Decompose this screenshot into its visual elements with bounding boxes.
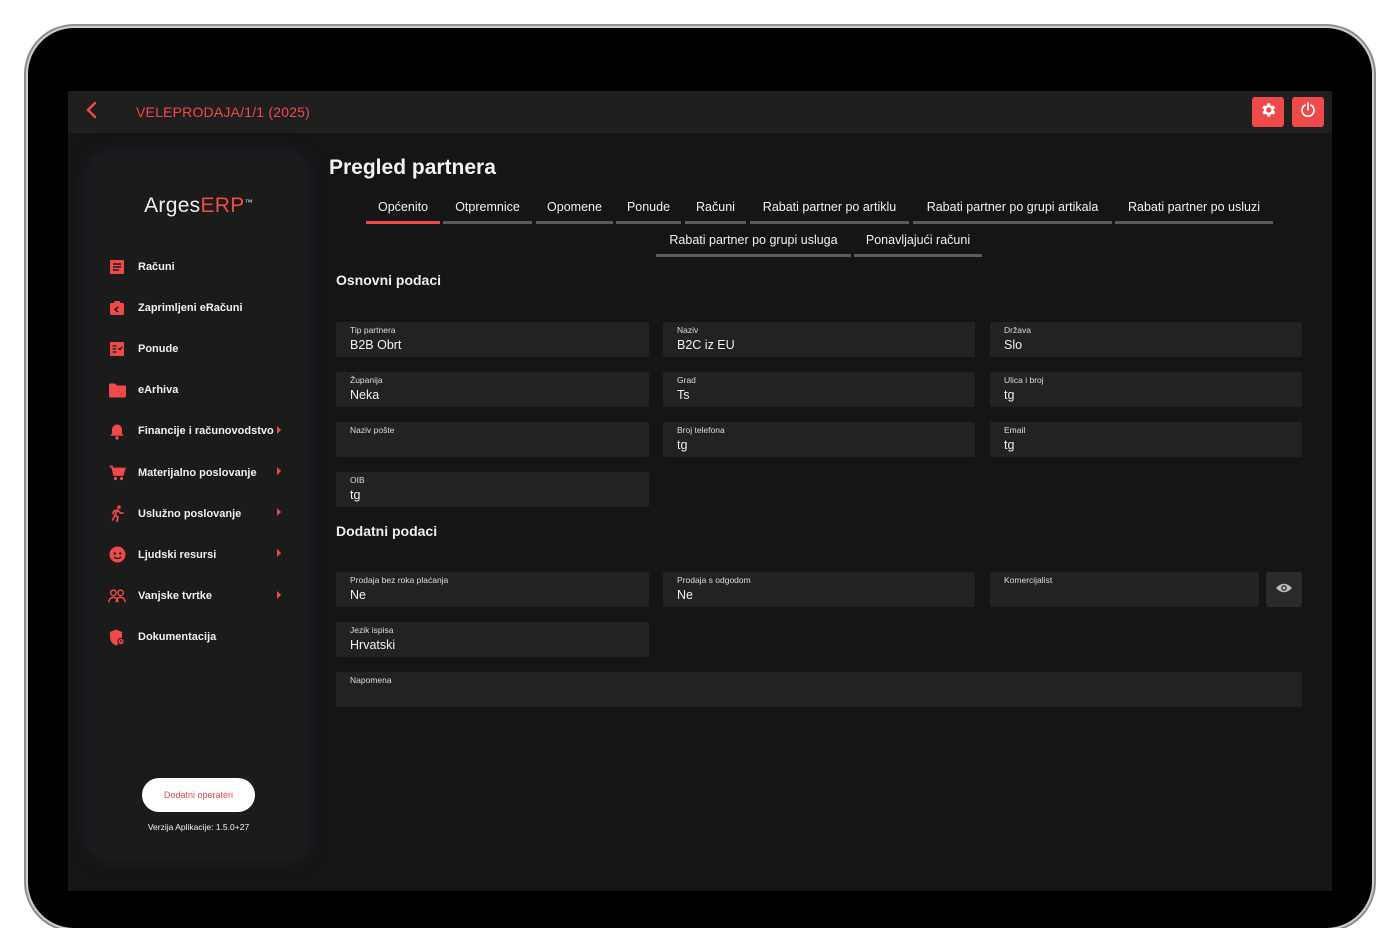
app-logo: ArgesERP™ [144, 194, 253, 217]
chevron-right-icon [277, 466, 281, 475]
sidebar-item-ljudski-resursi[interactable]: Ljudski resursi [90, 534, 307, 575]
people-icon [108, 587, 126, 605]
app-screen: VELEPRODAJA/1/1 (2025) ArgesERP™ Računi [68, 91, 1332, 891]
field-prodaja-bez-roka[interactable]: Prodaja bez roka plaćanja Ne [336, 572, 649, 607]
chevron-right-icon [277, 549, 281, 558]
document-title: VELEPRODAJA/1/1 (2025) [136, 104, 311, 120]
section-title-dodatni: Dodatni podaci [336, 523, 438, 539]
field-komercijalist[interactable]: Komercijalist [990, 572, 1259, 607]
field-ulica-i-broj[interactable]: Ulica i broj tg [990, 372, 1302, 407]
sidebar-item-vanjske-tvrtke[interactable]: Vanjske tvrtke [90, 576, 307, 617]
sidebar-nav: Računi Zaprimljeni eRačuni Ponude eArhiv… [90, 246, 307, 658]
field-broj-telefona[interactable]: Broj telefona tg [663, 422, 975, 457]
sidebar-item-materijalno[interactable]: Materijalno poslovanje [90, 452, 307, 493]
offer-icon [108, 340, 126, 358]
sidebar-item-zaprimljeni-eracuni[interactable]: Zaprimljeni eRačuni [90, 287, 307, 328]
field-naziv-poste[interactable]: Naziv pošte [336, 422, 649, 457]
eye-icon [1275, 581, 1293, 599]
field-oib[interactable]: OIB tg [336, 472, 649, 507]
power-icon [1299, 101, 1317, 124]
field-prodaja-s-odgodom[interactable]: Prodaja s odgodom Ne [663, 572, 975, 607]
sidebar-item-financije[interactable]: Financije i računovodstvo [90, 411, 307, 452]
back-button[interactable] [80, 100, 104, 124]
inbox-icon [108, 299, 126, 317]
tab-opomene[interactable]: Opomene [536, 193, 613, 224]
field-naziv[interactable]: Naziv B2C iz EU [663, 322, 975, 357]
field-email[interactable]: Email tg [990, 422, 1302, 457]
sidebar-item-racuni[interactable]: Računi [90, 246, 307, 287]
sidebar-item-usluzno[interactable]: Uslužno poslovanje [90, 493, 307, 534]
additional-operators-button[interactable]: Dodatni operateri [142, 778, 255, 812]
field-jezik-ispisa[interactable]: Jezik ispisa Hrvatski [336, 622, 649, 657]
sidebar-item-earhiva[interactable]: eArhiva [90, 370, 307, 411]
field-tip-partnera[interactable]: Tip partnera B2B Obrt [336, 322, 649, 357]
app-version: Verzija Aplikacije: 1.5.0+27 [147, 822, 250, 832]
sidebar: ArgesERP™ Računi Zaprimljeni eRačuni Pon… [90, 154, 307, 859]
face-icon [108, 546, 126, 564]
page-title: Pregled partnera [329, 156, 496, 179]
tab-rabati-grupa-usluga[interactable]: Rabati partner po grupi usluga [656, 226, 851, 257]
sidebar-item-ponude[interactable]: Ponude [90, 328, 307, 369]
invoice-icon [108, 258, 126, 276]
shield-icon [108, 628, 126, 646]
power-button[interactable] [1292, 97, 1324, 127]
field-grad[interactable]: Grad Ts [663, 372, 975, 407]
chevron-right-icon [277, 508, 281, 517]
tab-opcenito[interactable]: Općenito [366, 193, 440, 224]
folder-icon [108, 381, 126, 399]
field-zupanija[interactable]: Županija Neka [336, 372, 649, 407]
runner-icon [108, 505, 126, 523]
komercijalist-view-button[interactable] [1266, 572, 1302, 607]
chevron-right-icon [277, 590, 281, 599]
tab-racuni[interactable]: Računi [685, 193, 746, 224]
tab-rabati-artikl[interactable]: Rabati partner po artiklu [750, 193, 909, 224]
chevron-left-icon [85, 101, 99, 124]
section-title-osnovni: Osnovni podaci [336, 272, 442, 288]
settings-button[interactable] [1252, 97, 1284, 127]
tab-rabati-grupa-artikala[interactable]: Rabati partner po grupi artikala [913, 193, 1112, 224]
top-bar: VELEPRODAJA/1/1 (2025) [68, 91, 1332, 133]
cart-icon [108, 464, 126, 482]
tab-rabati-usluga[interactable]: Rabati partner po usluzi [1115, 193, 1273, 224]
tab-ponude[interactable]: Ponude [616, 193, 681, 224]
gear-icon [1259, 101, 1277, 124]
bell-icon [108, 422, 126, 440]
tab-otpremnice[interactable]: Otpremnice [443, 193, 532, 224]
chevron-right-icon [277, 425, 281, 434]
tab-ponavljajuci-racuni[interactable]: Ponavljajući računi [854, 226, 982, 257]
field-drzava[interactable]: Država Slo [990, 322, 1302, 357]
field-napomena[interactable]: Napomena [336, 672, 1302, 707]
sidebar-item-dokumentacija[interactable]: Dokumentacija [90, 617, 307, 658]
